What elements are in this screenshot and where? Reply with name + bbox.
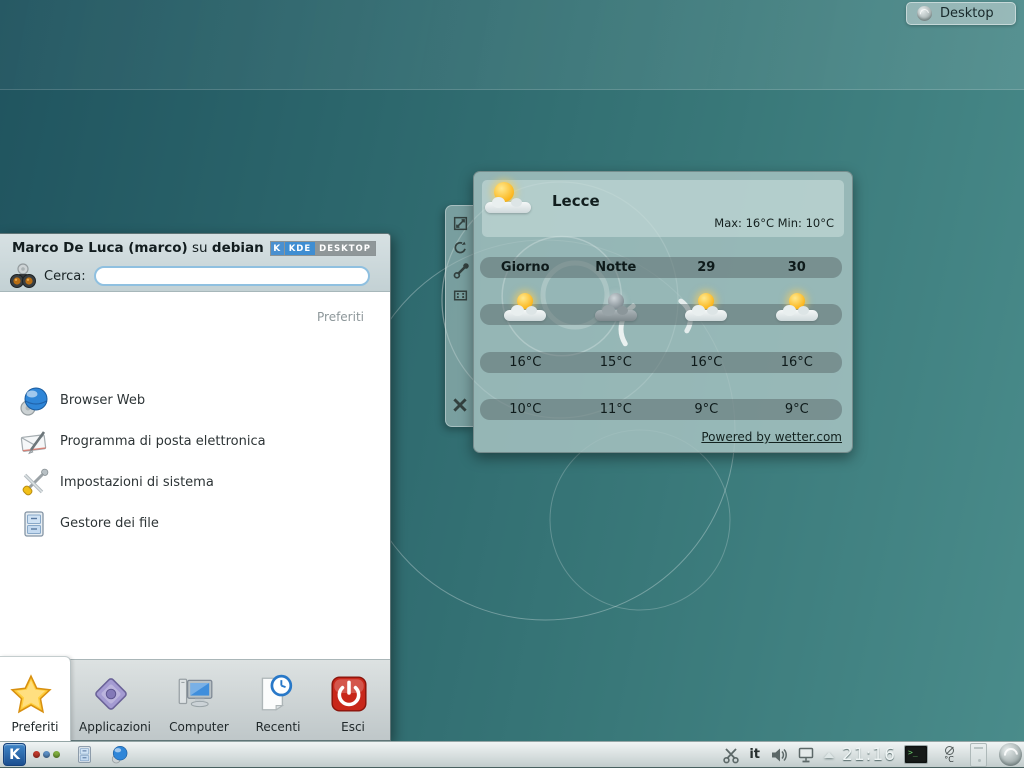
night-temp: 11°C <box>571 399 662 420</box>
tab-label: Esci <box>341 720 365 734</box>
favorites-list: Preferiti Browser Web <box>0 292 390 659</box>
pager-dot-blue <box>43 751 50 758</box>
tab-recenti[interactable]: Recenti <box>239 660 317 741</box>
file-manager-launcher-icon[interactable] <box>74 744 95 765</box>
unknown-condition-icon <box>945 746 954 755</box>
weather-columns-row: Giorno Notte 29 30 <box>480 257 842 278</box>
menu-item-label: Gestore dei file <box>60 516 159 531</box>
weather-city-icon <box>482 180 534 220</box>
tab-label: Applicazioni <box>79 720 151 734</box>
weather-maxmin: Max: 16°C Min: 10°C <box>714 216 834 230</box>
kde-menu-button[interactable]: K <box>3 743 26 766</box>
weather-header: Lecce Max: 16°C Min: 10°C <box>482 180 844 237</box>
web-browser-icon <box>18 385 50 417</box>
wallpaper-band <box>0 0 1024 90</box>
applet-handle[interactable] <box>445 205 474 427</box>
weather-widget: Lecce Max: 16°C Min: 10°C Giorno Notte 2… <box>473 171 853 453</box>
close-icon[interactable] <box>451 396 469 414</box>
bottom-panel: K it <box>0 741 1024 768</box>
email-icon <box>18 426 50 458</box>
toolbox-label: Desktop <box>940 6 994 21</box>
weather-col-header: 29 <box>661 257 752 278</box>
user-info: Marco De Luca (marco) su debian <box>12 240 264 256</box>
desktop: { "desktop": { "toolbox_label": "Desktop… <box>0 0 1024 768</box>
weather-tray-icon[interactable]: °C <box>938 744 960 766</box>
menu-item-label: Browser Web <box>60 393 145 408</box>
plasma-cashew-icon <box>917 6 932 21</box>
web-browser-launcher-icon[interactable] <box>109 744 130 765</box>
menu-item-system-settings[interactable]: Impostazioni di sistema <box>0 462 390 503</box>
search-label: Cerca: <box>44 269 86 284</box>
star-icon <box>10 673 52 715</box>
keyboard-layout-indicator[interactable]: it <box>749 747 760 762</box>
tab-label: Recenti <box>256 720 301 734</box>
search-row: Cerca: <box>0 260 390 292</box>
tab-label: Preferiti <box>12 720 59 734</box>
night-temp: 9°C <box>752 399 843 420</box>
applications-icon <box>90 673 132 715</box>
kickoff-tab-bar: Preferiti Applicazioni <box>0 659 390 740</box>
menu-item-label: Programma di posta elettronica <box>60 434 266 449</box>
menu-item-file-manager[interactable]: Gestore dei file <box>0 503 390 544</box>
power-icon <box>328 673 370 715</box>
tab-label: Computer <box>169 720 229 734</box>
night-temp: 9°C <box>661 399 752 420</box>
menu-item-browser-web[interactable]: Browser Web <box>0 380 390 421</box>
rotate-icon[interactable] <box>452 239 469 256</box>
resize-icon[interactable] <box>452 215 469 232</box>
wetter-com-link[interactable]: Powered by wetter.com <box>701 430 842 444</box>
panel-widget-strip[interactable] <box>970 743 987 767</box>
kickoff-header: Marco De Luca (marco) su debian K KDE DE… <box>0 234 390 292</box>
clipboard-scissors-icon[interactable] <box>722 746 740 764</box>
konsole-icon[interactable]: >_ <box>904 745 928 764</box>
menu-item-email[interactable]: Programma di posta elettronica <box>0 421 390 462</box>
weather-icons-row <box>480 304 842 325</box>
file-manager-icon <box>18 508 50 540</box>
menu-item-label: Impostazioni di sistema <box>60 475 214 490</box>
kde-desktop-badge: K KDE DESKTOP <box>270 241 376 256</box>
host-name: debian <box>212 240 264 256</box>
weather-col-header: Notte <box>571 257 662 278</box>
weather-condition-icon <box>682 292 730 326</box>
tray-expander-icon[interactable] <box>824 752 834 758</box>
pager-dot-red <box>33 751 40 758</box>
user-separator: su <box>192 240 208 256</box>
weather-city: Lecce <box>552 192 600 210</box>
weather-col-header: 30 <box>752 257 843 278</box>
weather-night-temps-row: 10°C 11°C 9°C 9°C <box>480 399 842 420</box>
day-temp: 16°C <box>661 352 752 373</box>
weather-col-header: Giorno <box>480 257 571 278</box>
day-temp: 16°C <box>480 352 571 373</box>
section-label: Preferiti <box>317 310 364 324</box>
network-icon[interactable] <box>797 746 815 764</box>
tab-applicazioni[interactable]: Applicazioni <box>76 660 154 741</box>
computer-icon <box>174 673 216 715</box>
kickoff-menu: Marco De Luca (marco) su debian K KDE DE… <box>0 233 391 741</box>
kde-logo-icon: K <box>271 242 285 255</box>
day-temp: 16°C <box>752 352 843 373</box>
volume-icon[interactable] <box>770 746 788 764</box>
day-temp: 15°C <box>571 352 662 373</box>
settings-grid-icon[interactable] <box>452 287 469 304</box>
search-binoculars-icon <box>8 261 38 291</box>
tab-computer[interactable]: Computer <box>160 660 238 741</box>
night-temp: 10°C <box>480 399 571 420</box>
system-tray: it 21:16 >_ °C <box>722 743 1024 767</box>
search-input[interactable] <box>94 266 370 286</box>
user-name: Marco De Luca (marco) <box>12 240 188 256</box>
tab-preferiti[interactable]: Preferiti <box>0 656 71 741</box>
activity-pager[interactable] <box>33 751 60 758</box>
digital-clock[interactable]: 21:16 <box>842 745 896 765</box>
system-settings-icon <box>18 467 50 499</box>
panel-toolbox-cashew[interactable] <box>999 743 1022 766</box>
pager-dot-green <box>53 751 60 758</box>
weather-day-temps-row: 16°C 15°C 16°C 16°C <box>480 352 842 373</box>
weather-condition-icon <box>773 292 821 326</box>
weather-condition-icon <box>592 292 640 326</box>
configure-wrench-icon[interactable] <box>452 263 469 280</box>
desktop-toolbox[interactable]: Desktop <box>906 2 1016 25</box>
weather-condition-icon <box>501 292 549 326</box>
tab-esci[interactable]: Esci <box>314 660 392 741</box>
recent-documents-icon <box>253 673 295 715</box>
